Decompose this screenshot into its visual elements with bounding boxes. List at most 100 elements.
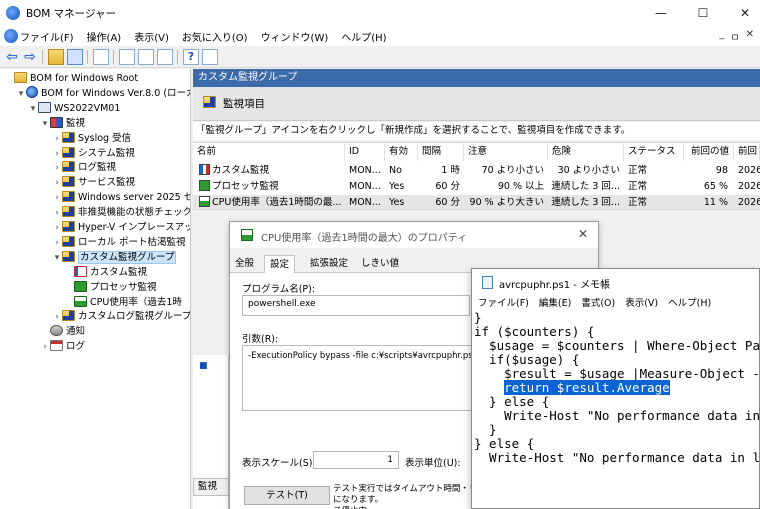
- tab-thresholds[interactable]: しきい値: [356, 255, 404, 273]
- tree-node[interactable]: CPU使用率（過去1時: [64, 295, 182, 310]
- menu-window[interactable]: ウィンドウ(W): [261, 29, 329, 44]
- tree-node-label: CPU使用率（過去1時: [90, 296, 182, 308]
- notepad-window: avrcpuphr.ps1 - メモ帳 ファイル(F) 編集(E) 書式(O) …: [471, 268, 760, 509]
- menu-action[interactable]: 操作(A): [87, 29, 122, 44]
- new-window-icon[interactable]: [93, 49, 109, 65]
- lower-tab-monitor[interactable]: 監視: [193, 478, 229, 496]
- window-title: BOM マネージャー: [26, 8, 116, 20]
- code-line: $result = $usage |Measure-Object -Prope: [504, 366, 760, 381]
- tree-node[interactable]: › ログ: [40, 339, 85, 354]
- menu-view[interactable]: 表示(V): [134, 29, 169, 44]
- tree-expander-icon[interactable]: ›: [52, 161, 62, 176]
- tree-node[interactable]: › ローカル ポート枯渇監視: [52, 235, 186, 250]
- tree-expander-icon[interactable]: ›: [52, 132, 62, 147]
- tree-expander-icon[interactable]: ›: [52, 147, 62, 162]
- mdi-close-button[interactable]: ✕: [746, 29, 754, 44]
- dialog-close-button[interactable]: ✕: [578, 227, 588, 241]
- table-cell: 70 より小さい: [481, 165, 544, 176]
- tree-expander-icon[interactable]: ▾: [16, 87, 26, 102]
- table-row[interactable]: プロセッサ監視 MON... Yes 60 分 90 % 以上 連続した 3 回... 正常…: [193, 179, 760, 195]
- mdi-minimize-button[interactable]: _: [719, 29, 724, 44]
- scale-input[interactable]: 1: [313, 451, 399, 469]
- close-button[interactable]: ✕: [730, 4, 760, 22]
- tree-expander-icon[interactable]: ›: [40, 340, 50, 355]
- column-header[interactable]: 間隔: [418, 143, 464, 161]
- column-header[interactable]: 前回: [734, 143, 760, 161]
- tree-node[interactable]: 通知: [40, 324, 85, 339]
- tree-expander-icon[interactable]: ›: [52, 176, 62, 191]
- tree-node[interactable]: › 非推奨機能の状態チェック: [52, 205, 190, 221]
- mmc-console-icon[interactable]: [202, 49, 218, 65]
- dialog-title-bar: CPU使用率（過去1時間の最大）のプロパティ ✕: [230, 222, 598, 248]
- minimize-button[interactable]: —: [646, 4, 676, 22]
- column-header[interactable]: 名前: [193, 143, 345, 161]
- menu-file[interactable]: ファイル(F): [20, 29, 74, 44]
- tree-expander-icon[interactable]: ›: [52, 310, 62, 325]
- refresh-icon[interactable]: [138, 49, 154, 65]
- args-input[interactable]: -ExecutionPolicy bypass -file c:¥scripts…: [242, 345, 472, 411]
- tree-expander-icon[interactable]: ▾: [52, 251, 62, 266]
- item-name: カスタム監視: [212, 165, 270, 176]
- app-menu-icon[interactable]: [4, 29, 18, 43]
- tree-node[interactable]: › Windows server 2025 セ: [52, 190, 191, 206]
- notepad-editor[interactable]: } if ($counters) { $usage = $counters | W…: [474, 311, 760, 465]
- tree-expander-icon[interactable]: ▾: [40, 117, 50, 132]
- tree-node[interactable]: › システム監視: [52, 146, 135, 161]
- column-header[interactable]: 危険: [548, 143, 624, 161]
- tree-node-label: ログ: [66, 341, 86, 353]
- tree-node[interactable]: › ログ監視: [52, 160, 116, 175]
- table-cell: 90 % 以上: [497, 181, 544, 192]
- tree-node[interactable]: › カスタムログ監視グループ: [52, 309, 190, 325]
- tree-node-label: システム監視: [78, 147, 135, 159]
- items-header: 監視項目: [193, 87, 760, 121]
- show-tree-icon[interactable]: [67, 49, 83, 65]
- tree-expander-icon[interactable]: ›: [52, 236, 62, 251]
- tree-expander-icon[interactable]: ›: [52, 206, 62, 221]
- navigation-tree[interactable]: BOM for Windows Root ▾ BOM for Windows Ver…: [0, 69, 191, 509]
- menu-help[interactable]: ヘルプ(H): [341, 29, 386, 44]
- tree-node[interactable]: › Hyper-V インプレースアップ: [52, 220, 190, 236]
- test-button[interactable]: テスト(T): [244, 486, 330, 505]
- tab-general[interactable]: 全般: [230, 255, 259, 273]
- tree-node[interactable]: ▾ WS2022VM01: [28, 101, 120, 116]
- tree-node-label: Windows server 2025 セ: [78, 192, 191, 204]
- tree-node-label: 監視: [66, 117, 86, 129]
- back-arrow-icon[interactable]: ⇦: [4, 49, 20, 65]
- tree-node[interactable]: ▾ BOM for Windows Ver.8.0 (ローカル): [16, 85, 190, 102]
- tab-settings[interactable]: 設定: [264, 255, 296, 274]
- tree-node[interactable]: プロセッサ監視: [64, 280, 157, 295]
- column-header[interactable]: ID: [345, 143, 385, 161]
- tree-node[interactable]: ▾ カスタム監視グループ: [52, 250, 177, 266]
- tree-node-label: カスタム監視: [90, 266, 148, 278]
- fmon-icon: [62, 221, 75, 232]
- tree-node[interactable]: › Syslog 受信: [52, 131, 131, 146]
- column-header[interactable]: 前回の値: [684, 143, 734, 161]
- table-cell: MON...: [349, 181, 381, 192]
- column-header[interactable]: 有効: [385, 143, 418, 161]
- menu-favorites[interactable]: お気に入り(O): [182, 29, 248, 44]
- table-row[interactable]: カスタム監視 MON... No 1 時 70 より小さい 30 より小さい 正常 98 202…: [193, 163, 760, 179]
- tree-expander-icon[interactable]: ›: [52, 191, 62, 206]
- fmon-icon: [62, 206, 75, 218]
- tree-node[interactable]: BOM for Windows Root: [4, 71, 138, 86]
- program-input[interactable]: powershell.exe: [242, 295, 470, 316]
- properties-icon[interactable]: [119, 49, 135, 65]
- mdi-restore-button[interactable]: ㅁ: [730, 29, 739, 44]
- column-header[interactable]: 注意: [464, 143, 548, 161]
- tab-extended-settings[interactable]: 拡張設定: [305, 255, 353, 273]
- maximize-button[interactable]: ☐: [688, 4, 718, 22]
- column-header[interactable]: ステータス: [624, 143, 684, 161]
- help-icon[interactable]: ?: [183, 49, 199, 65]
- up-folder-icon[interactable]: [48, 49, 64, 65]
- monitor-items-icon: [203, 96, 216, 108]
- tree-node[interactable]: › サービス監視: [52, 175, 135, 190]
- tree-expander-icon[interactable]: ›: [52, 221, 62, 236]
- tree-expander-icon[interactable]: ▾: [28, 102, 38, 117]
- table-cell: 30 より小さい: [557, 165, 620, 176]
- tree-node[interactable]: カスタム監視: [64, 265, 147, 280]
- table-row[interactable]: CPU使用率（過去1時間の最... MON... Yes 60 分 90 % より大きい…: [193, 195, 760, 211]
- code-line: if ($counters) {: [474, 324, 595, 339]
- export-list-icon[interactable]: [157, 49, 173, 65]
- forward-arrow-icon[interactable]: ⇨: [22, 49, 38, 65]
- tree-node[interactable]: ▾ 監視: [40, 116, 85, 131]
